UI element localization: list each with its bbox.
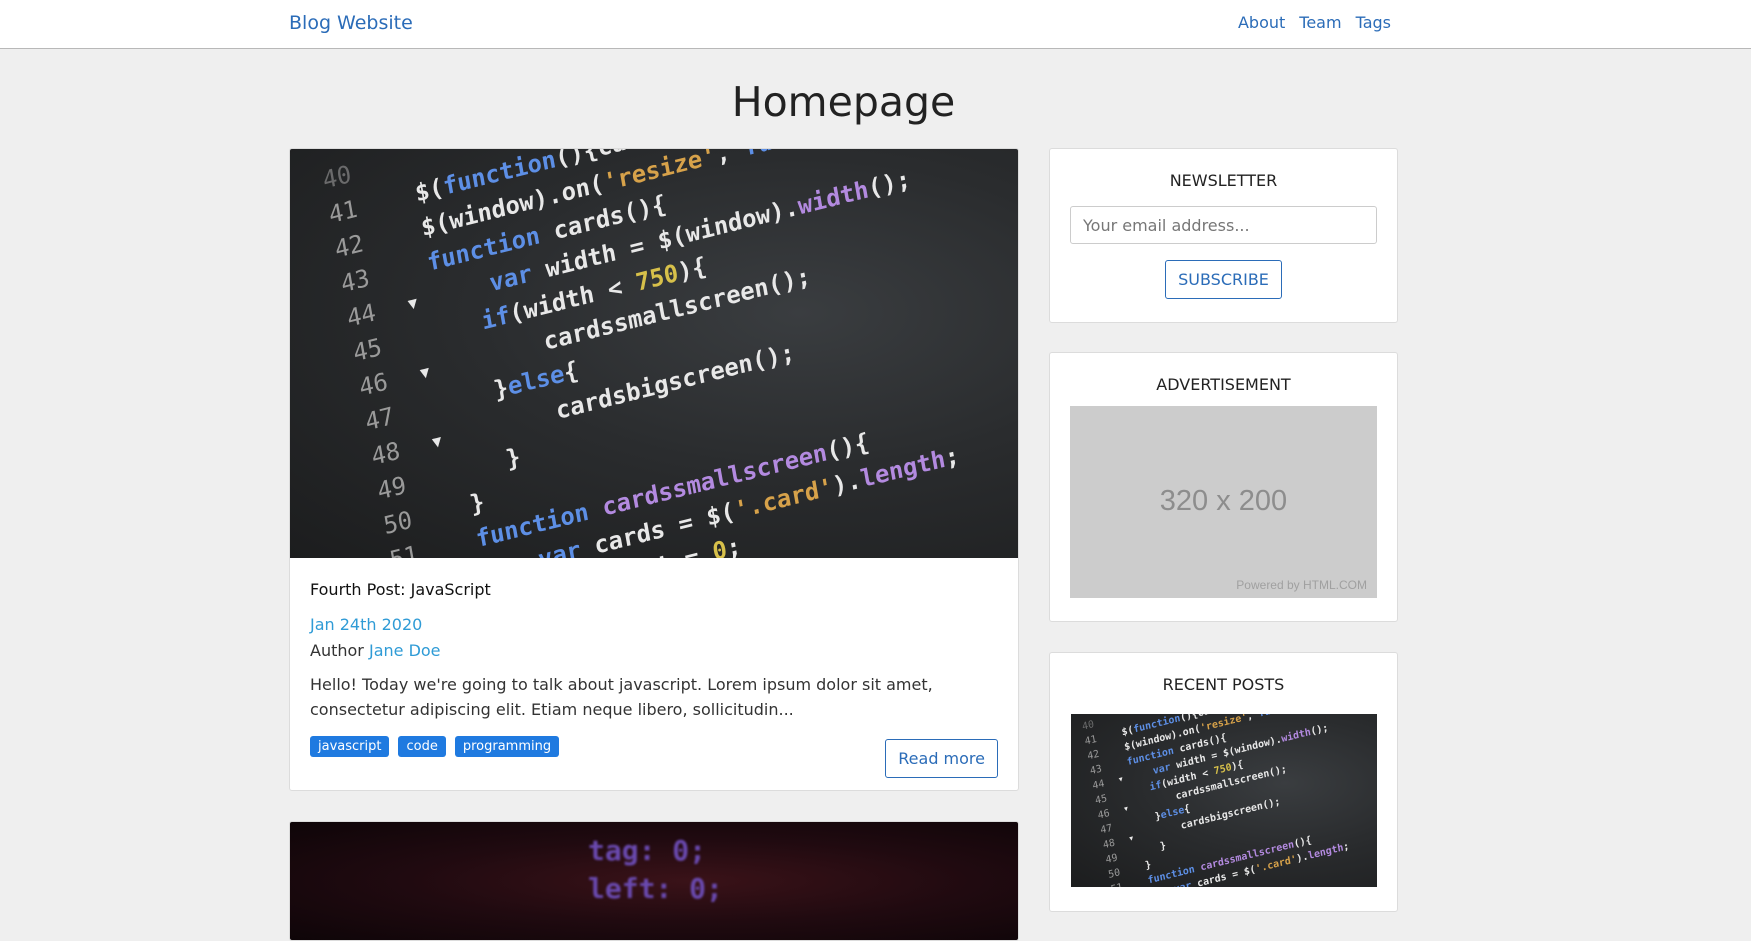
recent-posts-title: RECENT POSTS [1162, 675, 1285, 694]
post-author-line: Author Jane Doe [310, 641, 998, 660]
post-card: tag: 0; left: 0; [289, 821, 1019, 941]
nav-link-team[interactable]: Team [1299, 13, 1341, 32]
nav-link-tags[interactable]: Tags [1356, 13, 1391, 32]
tag-code[interactable]: code [398, 736, 446, 757]
tag-javascript[interactable]: javascript [310, 736, 390, 757]
post-image[interactable]: tag: 0; left: 0; [290, 822, 1018, 940]
tag-programming[interactable]: programming [454, 736, 560, 757]
nav-links: About Team Tags [1238, 13, 1391, 32]
top-navbar: Blog Website About Team Tags [0, 0, 1751, 49]
recent-post-image[interactable]: 40 41 $(function(){cards();}); function(… [1070, 714, 1377, 887]
post-excerpt: Hello! Today we're going to talk about j… [310, 675, 933, 719]
recent-posts-widget: RECENT POSTS 40 41 $(function(){cards();… [1049, 652, 1398, 912]
advertisement-widget: ADVERTISEMENT 320 x 200 Powered by HTML.… [1049, 352, 1398, 622]
nav-link-about[interactable]: About [1238, 13, 1285, 32]
newsletter-title: NEWSLETTER [1169, 171, 1278, 190]
ad-powered-text: Powered by HTML.COM [1236, 578, 1367, 592]
post-image[interactable]: 40 41 $(function(){cards();}); function(… [290, 149, 1018, 558]
ad-size-text: 320 x 200 [1159, 485, 1288, 517]
ad-placeholder-image[interactable]: 320 x 200 Powered by HTML.COM [1070, 406, 1377, 598]
newsletter-widget: NEWSLETTER SUBSCRIBE [1049, 148, 1398, 323]
page-title: Homepage [731, 78, 956, 126]
author-link[interactable]: Jane Doe [369, 641, 441, 660]
brand-link[interactable]: Blog Website [289, 12, 413, 34]
post-title[interactable]: Fourth Post: JavaScript [310, 580, 998, 599]
email-field[interactable] [1070, 206, 1377, 244]
read-more-button[interactable]: Read more [885, 739, 998, 778]
post-card: 40 41 $(function(){cards();}); function(… [289, 148, 1019, 791]
subscribe-button[interactable]: SUBSCRIBE [1165, 260, 1282, 299]
post-date: Jan 24th 2020 [310, 615, 423, 634]
advertisement-title: ADVERTISEMENT [1156, 375, 1291, 394]
author-label: Author [310, 641, 364, 660]
